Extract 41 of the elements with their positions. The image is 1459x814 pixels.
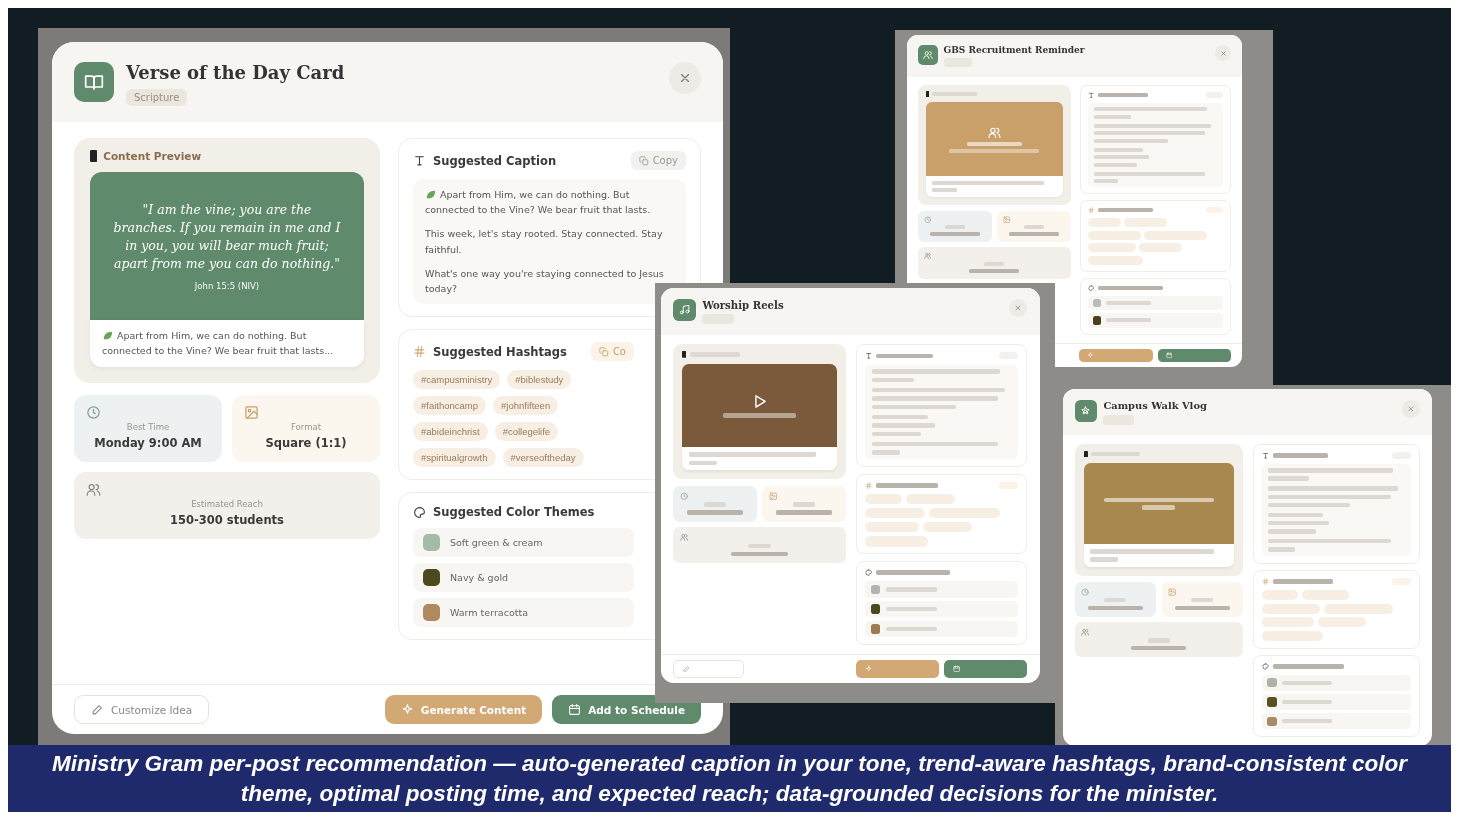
caption-snippet: Apart from Him, we can do nothing. But connected to the Vine? We bear fruit that lasts... (90, 320, 364, 368)
verse-reference: John 15:5 (NIV) (194, 281, 260, 292)
stat-value: Square (1:1) (264, 436, 348, 451)
stat-label: Estimated Reach (190, 499, 264, 510)
hashtag-chip: #campusministry (413, 370, 501, 390)
hashtag-chip: #spiritualgrowth (413, 448, 496, 468)
copy-button[interactable]: Co (590, 342, 634, 362)
caption-text: Apart from Him, we can do nothing. But connected to the Vine? We bear fruit that lasts. (425, 188, 652, 218)
generate-button[interactable]: Generate Content (384, 695, 543, 725)
stat-value: Monday 9:00 AM (93, 436, 203, 451)
category-tag: Scripture (126, 89, 188, 106)
theme-name: Soft green & cream (450, 537, 543, 549)
hashtag-chip: #verseoftheday (502, 448, 584, 468)
stat-label: Format (290, 422, 322, 433)
modal-title: Verse of the Day Card (126, 62, 346, 83)
stat-label: Best Time (125, 422, 171, 433)
hashtag-chip: #biblestudy (507, 370, 572, 390)
hashtag-chip: #faithoncamp (413, 396, 487, 416)
hashtag-chip: #johnfifteen (493, 396, 559, 416)
slide-caption: Ministry Gram per-post recommendation — auto-generated caption in your tone, trend-aware hashtags, brand-consistent color theme, optimal posting time, and expected reach; data-grounded decisions for the minister. (8, 745, 1451, 812)
card-title: Suggested Hashtags (433, 344, 567, 359)
theme-row[interactable]: Soft green & cream (413, 528, 634, 558)
modal-title: GBS Recruitment Reminder (943, 45, 1086, 55)
preview-label: Content Preview (103, 150, 202, 162)
theme-name: Warm terracotta (450, 607, 528, 619)
theme-name: Navy & gold (450, 572, 509, 584)
quote-text: "I am the vine; you are the branches. If you remain in me and I in you, you will bear much fruit; apart from me you can do nothing." (112, 200, 342, 274)
stat-value: 150-300 students (169, 513, 285, 528)
copy-button[interactable]: Copy (630, 151, 686, 170)
modal-title: Worship Reels (702, 298, 785, 311)
caption-text: This week, let's stay rooted. Stay connected. Stay faithful. (425, 227, 664, 257)
caption-text: What's one way you're staying connected to Jesus today? (425, 266, 665, 296)
card-title: Suggested Caption (433, 153, 557, 168)
theme-row[interactable]: Navy & gold (413, 563, 634, 593)
theme-row[interactable]: Warm terracotta (413, 598, 634, 628)
modal-title: Campus Walk Vlog (1103, 400, 1208, 412)
hashtag-chip: #abideinchrist (413, 422, 488, 442)
hashtag-chip: #collegelife (494, 422, 559, 442)
schedule-button[interactable]: Add to Schedule (552, 695, 701, 725)
customize-button[interactable]: Customize Idea (74, 695, 210, 725)
card-title: Suggested Color Themes (433, 505, 595, 520)
